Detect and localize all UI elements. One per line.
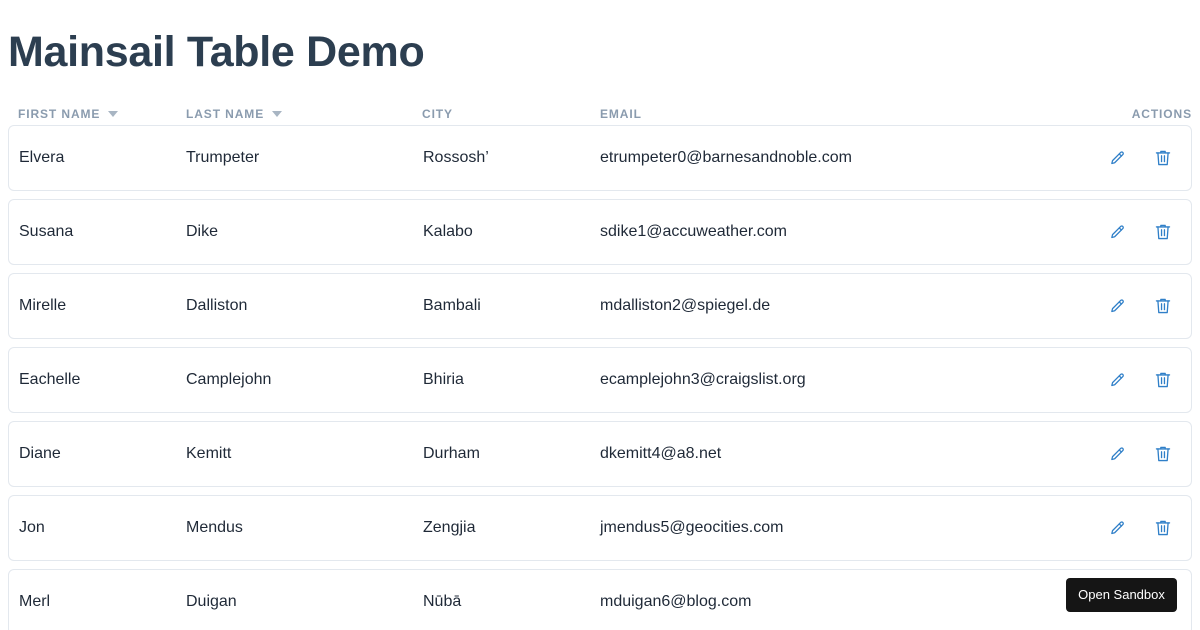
cell-last-name: Dike xyxy=(186,223,219,240)
cell-first-name: Merl xyxy=(19,593,51,610)
sort-caret-icon[interactable] xyxy=(272,111,283,117)
row-actions xyxy=(1107,517,1173,539)
cell-email: etrumpeter0@barnesandnoble.com xyxy=(600,149,852,166)
table-row: Mirelle Dalliston Bambali mdalliston2@spieg… xyxy=(8,273,1192,339)
sort-caret-icon[interactable] xyxy=(108,111,119,117)
trash-icon[interactable] xyxy=(1153,221,1173,243)
cell-city: Rossosh’ xyxy=(423,149,489,166)
cell-last-name: Dalliston xyxy=(186,297,248,314)
cell-city: Bambali xyxy=(423,297,481,314)
table-body: Elvera Trumpeter Rossosh’ etrumpeter0@barne… xyxy=(8,125,1192,630)
table-row: Jon Mendus Zengjia jmendus5@geocities.com xyxy=(8,495,1192,561)
pencil-icon[interactable] xyxy=(1107,295,1127,317)
row-actions xyxy=(1107,443,1173,465)
cell-first-name: Jon xyxy=(19,519,45,536)
table-header: FIRST NAME LAST NAME CITY EMAIL ACTIONS xyxy=(8,104,1192,124)
cell-last-name: Camplejohn xyxy=(186,371,272,388)
column-header-actions: ACTIONS xyxy=(1132,104,1192,124)
cell-city: Nūbā xyxy=(423,593,462,610)
cell-email: dkemitt4@a8.net xyxy=(600,445,722,462)
column-header-email: EMAIL xyxy=(600,104,642,124)
table-row: Susana Dike Kalabo sdike1@accuweather.com xyxy=(8,199,1192,265)
row-actions xyxy=(1107,369,1173,391)
cell-email: mduigan6@blog.com xyxy=(600,593,752,610)
cell-city: Durham xyxy=(423,445,480,462)
cell-first-name: Eachelle xyxy=(19,371,81,388)
trash-icon[interactable] xyxy=(1153,443,1173,465)
row-actions xyxy=(1107,147,1173,169)
cell-last-name: Kemitt xyxy=(186,445,232,462)
column-header-last-name[interactable]: LAST NAME xyxy=(186,104,283,124)
trash-icon[interactable] xyxy=(1153,369,1173,391)
cell-email: jmendus5@geocities.com xyxy=(600,519,784,536)
column-header-city: CITY xyxy=(422,104,453,124)
table-row: Eachelle Camplejohn Bhiria ecamplejohn3@cra… xyxy=(8,347,1192,413)
column-header-first-name-label: FIRST NAME xyxy=(18,107,101,121)
trash-icon[interactable] xyxy=(1153,295,1173,317)
pencil-icon[interactable] xyxy=(1107,369,1127,391)
column-header-last-name-label: LAST NAME xyxy=(186,107,265,121)
column-header-actions-label: ACTIONS xyxy=(1131,107,1192,121)
cell-city: Kalabo xyxy=(423,223,473,240)
cell-last-name: Mendus xyxy=(186,519,243,536)
cell-first-name: Diane xyxy=(19,445,61,462)
trash-icon[interactable] xyxy=(1153,147,1173,169)
cell-city: Zengjia xyxy=(423,519,476,536)
trash-icon[interactable] xyxy=(1153,517,1173,539)
cell-email: mdalliston2@spiegel.de xyxy=(600,297,771,314)
pencil-icon[interactable] xyxy=(1107,221,1127,243)
page: Mainsail Table Demo FIRST NAME LAST NAME… xyxy=(0,0,1200,630)
column-header-city-label: CITY xyxy=(422,107,453,121)
cell-email: ecamplejohn3@craigslist.org xyxy=(600,371,806,388)
cell-email: sdike1@accuweather.com xyxy=(600,223,787,240)
pencil-icon[interactable] xyxy=(1107,443,1127,465)
cell-first-name: Mirelle xyxy=(19,297,67,314)
open-sandbox-button[interactable]: Open Sandbox xyxy=(1066,578,1177,612)
pencil-icon[interactable] xyxy=(1107,147,1127,169)
table-row: Elvera Trumpeter Rossosh’ etrumpeter0@barne… xyxy=(8,125,1192,191)
cell-first-name: Elvera xyxy=(19,149,65,166)
cell-last-name: Duigan xyxy=(186,593,237,610)
table-row: Diane Kemitt Durham dkemitt4@a8.net xyxy=(8,421,1192,487)
row-actions xyxy=(1107,295,1173,317)
column-header-email-label: EMAIL xyxy=(600,107,642,121)
cell-last-name: Trumpeter xyxy=(186,149,260,166)
pencil-icon[interactable] xyxy=(1107,517,1127,539)
table-row: Merl Duigan Nūbā mduigan6@blog.com xyxy=(8,569,1192,630)
row-actions xyxy=(1107,221,1173,243)
cell-first-name: Susana xyxy=(19,223,74,240)
cell-city: Bhiria xyxy=(423,371,464,388)
page-title: Mainsail Table Demo xyxy=(8,28,425,76)
column-header-first-name[interactable]: FIRST NAME xyxy=(18,104,119,124)
